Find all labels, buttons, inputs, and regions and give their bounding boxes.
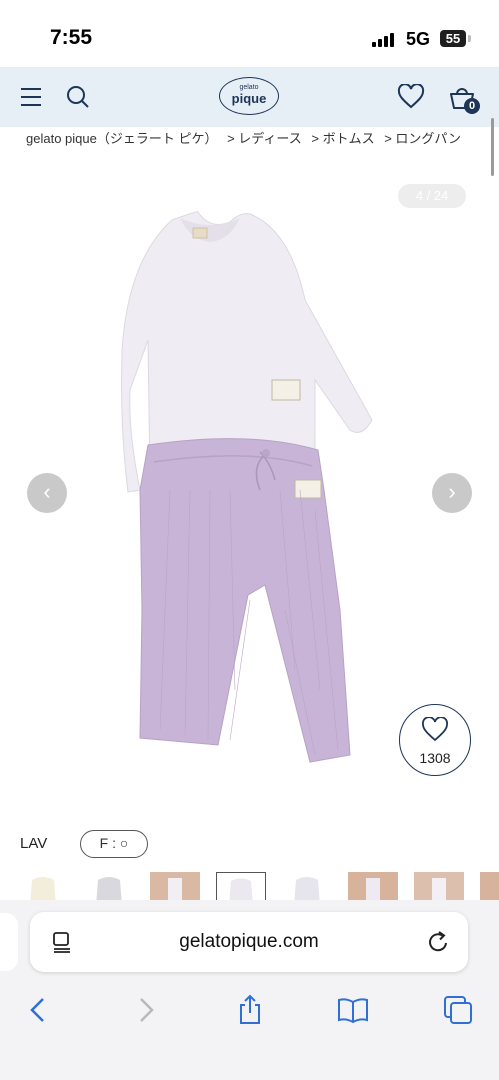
site-header: gelato pique 0 (0, 67, 499, 127)
heart-icon[interactable] (396, 82, 426, 112)
reload-icon[interactable] (427, 929, 451, 960)
network-type: 5G (406, 29, 431, 49)
browser-address-area: gelatopique.com (0, 900, 499, 980)
url-text: gelatopique.com (179, 931, 319, 952)
cart-count-badge: 0 (464, 98, 480, 114)
next-image-button[interactable]: › (432, 473, 472, 513)
size-option[interactable]: F : ○ (80, 830, 148, 858)
battery-icon: 55 (440, 30, 466, 47)
product-image (121, 211, 373, 763)
menu-icon[interactable] (18, 84, 44, 110)
address-bar[interactable]: gelatopique.com (30, 912, 468, 972)
status-bar: 7:55 5G 55 (0, 0, 499, 67)
tabs-icon[interactable] (438, 990, 478, 1030)
forward-icon[interactable] (126, 990, 166, 1030)
favorite-button[interactable]: 1308 (399, 704, 471, 776)
previous-tab-peek[interactable] (0, 913, 18, 971)
battery-cap (468, 35, 471, 42)
prev-image-button[interactable]: ‹ (27, 473, 67, 513)
breadcrumb-item-bottoms[interactable]: > ボトムス (311, 131, 374, 146)
browser-toolbar (0, 980, 499, 1080)
product-gallery[interactable]: 4 / 24 ‹ › 1308 (0, 175, 499, 805)
image-counter: 4 / 24 (398, 184, 466, 208)
share-icon[interactable] (230, 990, 270, 1030)
breadcrumb-item-ladies[interactable]: > レディース (227, 131, 302, 146)
logo-main-text: pique (231, 91, 267, 106)
cart-icon[interactable]: 0 (444, 79, 480, 115)
breadcrumb-item-long-pants[interactable]: > ロングパン (384, 131, 461, 146)
heart-icon (422, 716, 448, 742)
search-icon[interactable] (64, 83, 92, 111)
brand-logo[interactable]: gelato pique (219, 77, 279, 115)
signal-strength-icon (372, 33, 400, 47)
status-time: 7:55 (50, 26, 93, 49)
scroll-indicator[interactable] (491, 118, 494, 176)
breadcrumb: gelato pique（ジェラート ピケ） > レディース > ボトムス > … (26, 128, 476, 148)
breadcrumb-item-brand[interactable]: gelato pique（ジェラート ピケ） (26, 131, 217, 146)
color-code: LAV (20, 835, 48, 852)
bookmarks-icon[interactable] (333, 990, 373, 1030)
favorite-count: 1308 (419, 750, 451, 766)
back-icon[interactable] (18, 990, 58, 1030)
